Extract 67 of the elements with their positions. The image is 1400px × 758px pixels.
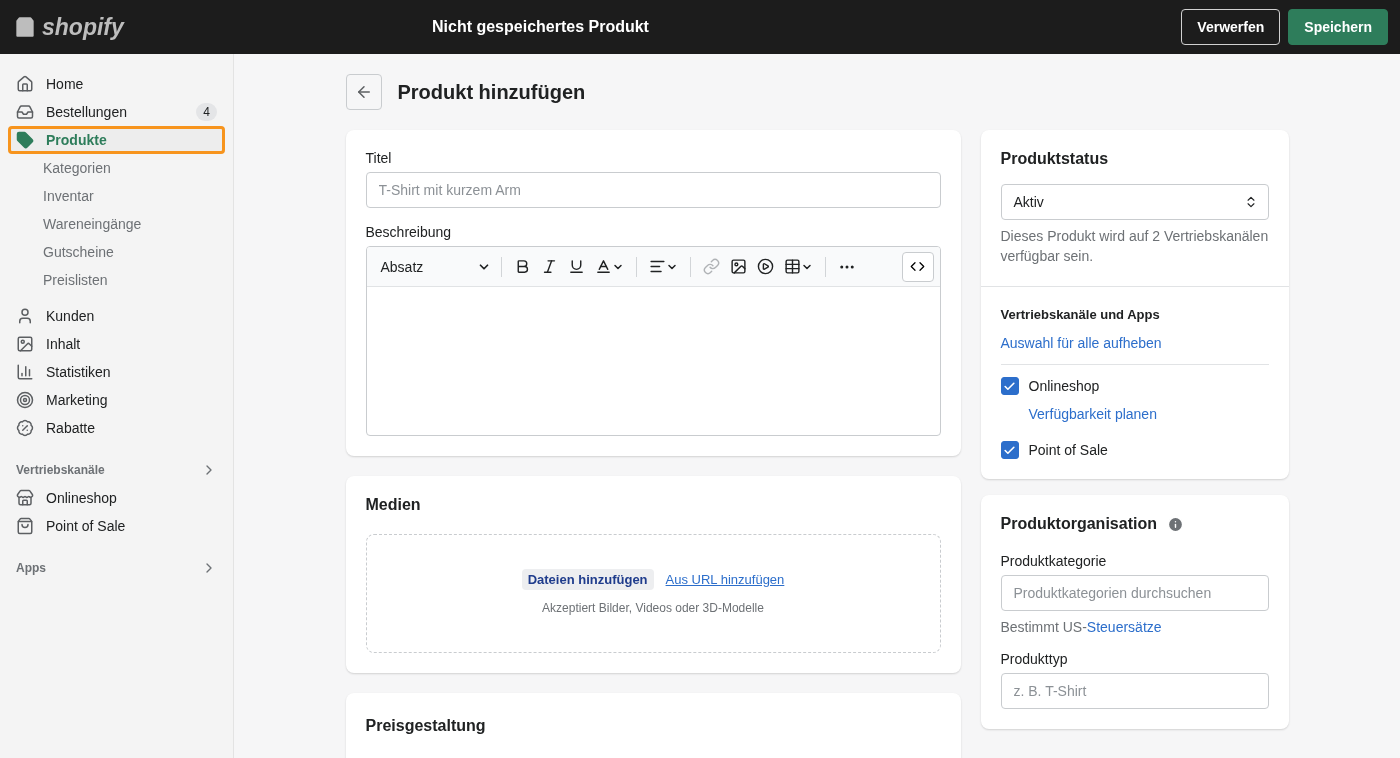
nav-icon [16,419,34,437]
nav-icon [16,391,34,409]
status-select[interactable]: Aktiv [1000,184,1269,220]
checkbox[interactable] [1000,441,1019,459]
field-label: Beschreibung [365,224,453,240]
checkbox-label: Point of Sale [1028,442,1108,458]
info-icon[interactable] [1166,515,1184,533]
nav-icon [16,335,34,353]
checkbox-label: Onlineshop [1028,378,1100,394]
input-field[interactable]: z. B. T-Shirt [1000,673,1269,709]
nav-item[interactable]: Inhalt [8,330,225,358]
back-button[interactable] [345,74,382,110]
nav-subitem[interactable]: Gutscheine [8,238,225,266]
nav-item[interactable]: Rabatte [8,414,225,442]
page-title: Produkt hinzufügen [397,80,586,104]
code-icon [910,259,925,274]
nav-item[interactable]: Produkte [8,126,225,154]
nav-item[interactable]: Kunden [8,302,225,330]
card-heading: Medien [365,496,422,514]
count-badge: 4 [196,103,217,121]
media-hint: Akzeptiert Bilder, Videos oder 3D-Modelle [542,600,764,617]
tax-link[interactable]: Steuersätze [1086,619,1162,635]
nav-icon [16,489,34,507]
tax-hint: Bestimmt US-Steuersätze [1000,618,1163,637]
format-dropdown[interactable]: Absatz [380,258,491,275]
nav-icon [16,103,34,121]
nav-icon [16,75,34,93]
schedule-link[interactable]: Verfügbarkeit planen [1028,406,1157,422]
section-heading: Vertriebskanäle [16,463,105,477]
input-field[interactable]: Produktkategorien durchsuchen [1000,575,1269,611]
nav-icon [16,363,34,381]
nav-icon [16,307,34,325]
check-icon [1003,379,1016,393]
add-url-link[interactable]: Aus URL hinzufügen [665,572,785,587]
deselect-link[interactable]: Auswahl für alle aufheben [1000,335,1162,351]
card-heading: Produktstatus [1000,150,1110,168]
field-label: Produktkategorie [1000,553,1108,569]
discard-button[interactable]: Verwerfen [1181,9,1281,45]
field-label: Titel [365,150,393,166]
section-heading: Vertriebskanäle und Apps [1000,307,1161,322]
nav-item[interactable]: Statistiken [8,358,225,386]
check-icon [1003,443,1016,457]
page-status-title: Nicht gespeichertes Produkt [432,18,650,36]
nav-icon [16,517,34,535]
add-files-button[interactable]: Dateien hinzufügen [521,569,654,590]
drop-zone[interactable]: Dateien hinzufügen Aus URL hinzufügen Akzeptiert Bilder, Videos oder 3D-Modelle [365,534,941,653]
nav-item[interactable]: Home [8,70,225,98]
input-field[interactable]: T-Shirt mit kurzem Arm [365,172,941,208]
nav-icon [16,131,34,149]
nav-subitem[interactable]: Kategorien [8,154,225,182]
field-label: Produkttyp [1000,651,1069,667]
checkbox[interactable] [1000,377,1019,395]
logo-text: shopify [42,13,124,41]
nav-subitem[interactable]: Inventar [8,182,225,210]
rich-text-editor[interactable]: Absatz [365,246,941,436]
section-heading: Apps [16,561,46,575]
card-heading: Preisgestaltung [365,717,487,735]
nav-item[interactable]: Marketing [8,386,225,414]
nav-subitem[interactable]: Wareneingänge [8,210,225,238]
nav-item[interactable]: Onlineshop [8,484,225,512]
nav-item[interactable]: Bestellungen 4 [8,98,225,126]
nav-subitem[interactable]: Preislisten [8,266,225,294]
nav-item[interactable]: Point of Sale [8,512,225,540]
card-heading: Produktorganisation [1000,515,1157,533]
code-button[interactable] [901,251,934,282]
status-hint: Dieses Produkt wird auf 2 Vertriebskanälen verfügbar sein. [1000,227,1269,266]
save-button[interactable]: Speichern [1288,9,1388,45]
